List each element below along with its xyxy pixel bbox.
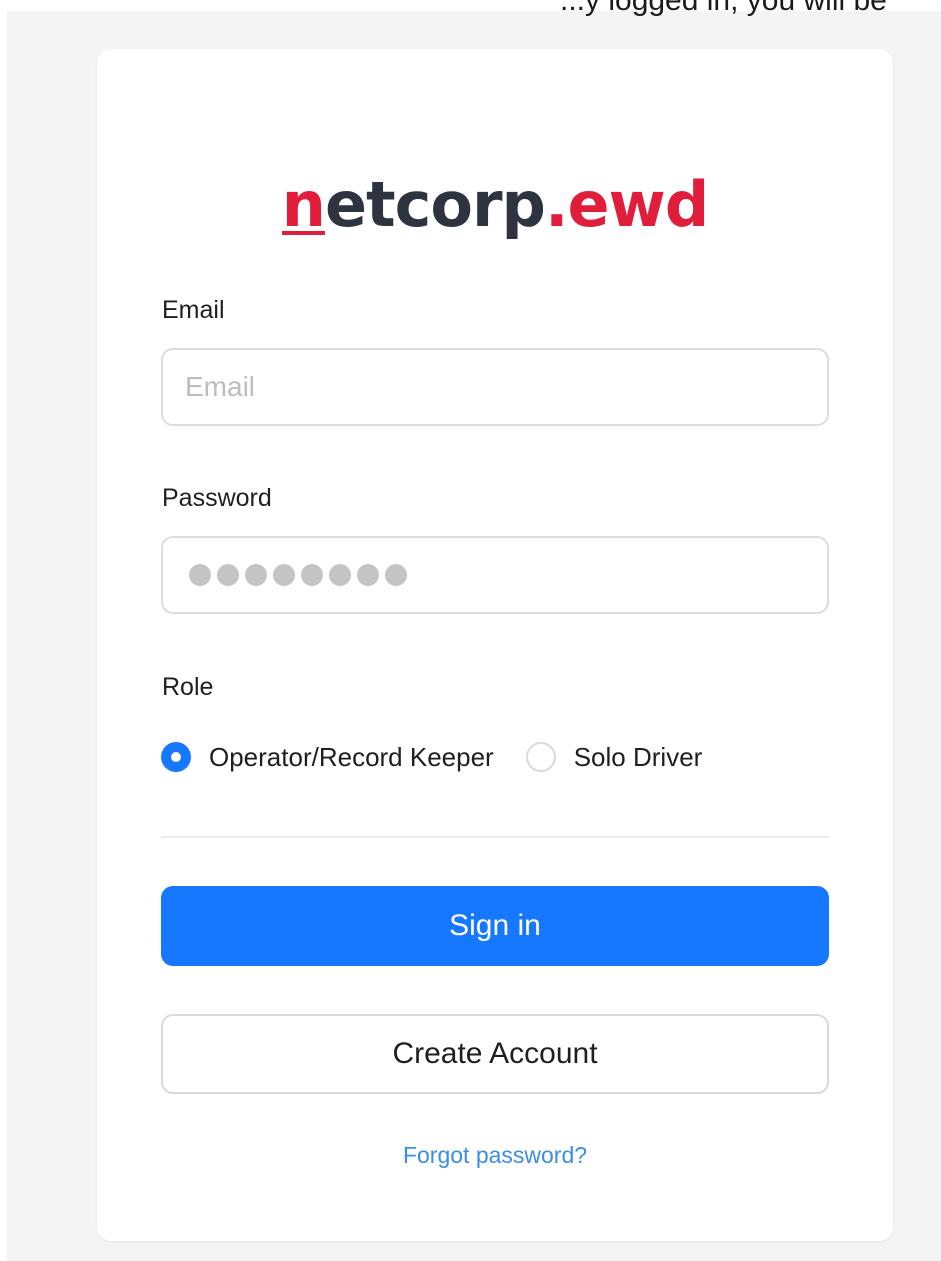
radio-checked-icon[interactable] (161, 742, 191, 772)
logo-n: n (281, 168, 326, 241)
role-radio-group: Operator/Record Keeper Solo Driver (161, 739, 702, 775)
password-dot (301, 564, 323, 586)
password-dot (329, 564, 351, 586)
radio-unchecked-icon[interactable] (525, 742, 556, 772)
logo-main: etcorp (324, 168, 546, 241)
role-option-operator[interactable]: Operator/Record Keeper (161, 742, 494, 773)
logo-ext: .ewd (544, 168, 709, 241)
password-dot (189, 564, 211, 586)
role-label: Role (162, 673, 214, 701)
password-label: Password (162, 484, 272, 512)
password-input[interactable] (161, 536, 829, 614)
divider (161, 836, 829, 838)
password-dot (273, 564, 295, 586)
role-option-label: Operator/Record Keeper (209, 741, 494, 772)
forgot-password-link[interactable]: Forgot password? (97, 1142, 893, 1169)
sign-in-button[interactable]: Sign in (161, 886, 829, 966)
role-option-solo-driver[interactable]: Solo Driver (525, 741, 703, 773)
create-account-button[interactable]: Create Account (161, 1014, 829, 1094)
login-card: netcorp.ewd Email Password Role Operator… (97, 49, 893, 1241)
top-clipped-text: ...y logged in, you will be (560, 0, 887, 17)
password-dot (385, 564, 407, 586)
password-dot (245, 564, 267, 586)
email-input[interactable] (161, 348, 829, 426)
role-option-label: Solo Driver (573, 741, 703, 772)
brand-logo: netcorp.ewd (97, 169, 893, 241)
password-dot (217, 564, 239, 586)
password-dot (357, 564, 379, 586)
email-label: Email (162, 296, 225, 324)
